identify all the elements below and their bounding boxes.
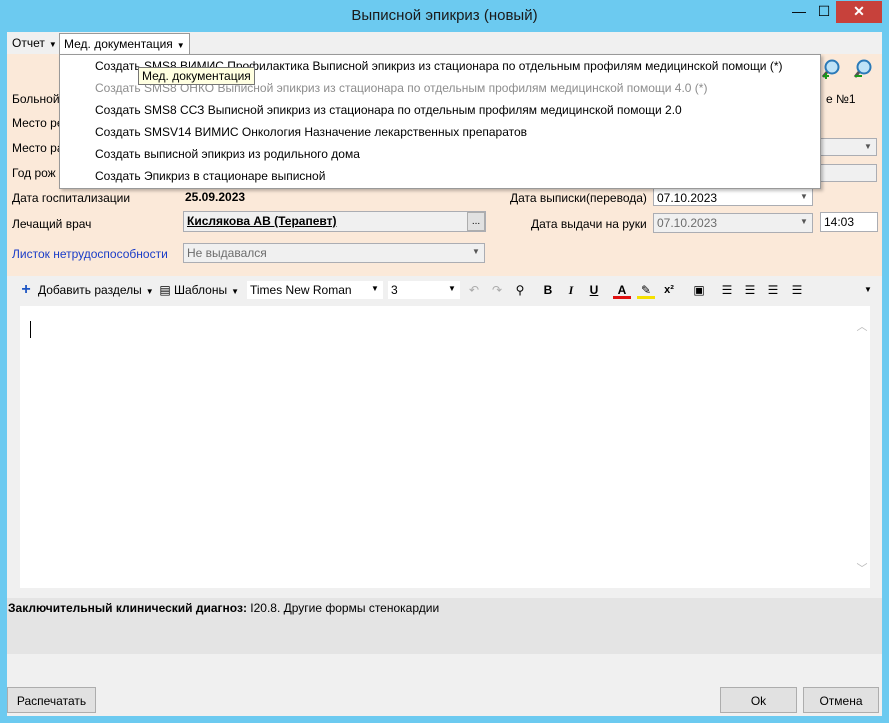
handout-date-field[interactable]: 07.10.2023 ▼ bbox=[653, 213, 813, 233]
handout-date-label: Дата выдачи на руки bbox=[531, 217, 647, 231]
font-family-value: Times New Roman bbox=[250, 283, 352, 297]
diagnosis-line: Заключительный клинический диагноз: I20.… bbox=[8, 601, 439, 615]
place-work-label: Место ра bbox=[12, 141, 64, 155]
highlight-icon[interactable]: ✎ bbox=[637, 281, 655, 299]
doctor-label: Лечащий врач bbox=[12, 217, 92, 231]
superscript-button[interactable]: x² bbox=[660, 281, 678, 299]
discharge-date-value: 07.10.2023 bbox=[657, 191, 718, 205]
window-title: Выписной эпикриз (новый) bbox=[351, 7, 538, 24]
sick-leave-select[interactable]: Не выдавался ▼ bbox=[183, 243, 485, 263]
chevron-down-icon: ▼ bbox=[145, 287, 154, 296]
handout-date-value: 07.10.2023 bbox=[657, 216, 718, 230]
handout-time-value: 14:03 bbox=[824, 215, 855, 229]
discharge-date-label: Дата выписки(перевода) bbox=[510, 191, 647, 205]
zoom-add-icon[interactable] bbox=[820, 58, 842, 80]
editor-scrollbar[interactable] bbox=[853, 306, 870, 588]
font-family-select[interactable]: Times New Roman ▼ bbox=[246, 280, 384, 300]
place-work-select[interactable]: ▼ bbox=[820, 138, 877, 156]
handout-time-field[interactable]: 14:03 bbox=[820, 212, 878, 232]
menu-med-docs-label: Мед. документация bbox=[64, 37, 173, 51]
menu-report[interactable]: Отчет ▼ bbox=[8, 33, 61, 53]
dropdown-item-maternity[interactable]: Создать выписной эпикриз из родильного д… bbox=[95, 145, 360, 163]
undo-icon[interactable]: ↶ bbox=[465, 281, 483, 299]
chevron-down-icon: ▼ bbox=[472, 247, 480, 256]
chevron-down-icon: ▼ bbox=[231, 287, 239, 296]
scroll-down-icon[interactable]: ﹀ bbox=[855, 560, 869, 576]
chevron-down-icon: ▼ bbox=[800, 217, 808, 226]
font-size-select[interactable]: 3 ▼ bbox=[387, 280, 461, 300]
chevron-down-icon: ▼ bbox=[448, 284, 456, 293]
ward-label: е №1 bbox=[826, 92, 856, 106]
underline-button[interactable]: U bbox=[585, 281, 603, 299]
place-residence-label: Место ре bbox=[12, 116, 64, 130]
maximize-button[interactable]: ☐ bbox=[811, 1, 837, 23]
templates-button[interactable]: Шаблоны ▼ bbox=[174, 282, 239, 298]
doctor-select-button[interactable]: ... bbox=[467, 212, 485, 231]
hosp-date-label: Дата госпитализации bbox=[12, 191, 131, 205]
chevron-down-icon: ▼ bbox=[371, 284, 379, 293]
sick-leave-value: Не выдавался bbox=[187, 246, 267, 260]
menu-report-label: Отчет bbox=[12, 36, 45, 50]
align-left-icon[interactable]: ☰ bbox=[718, 281, 736, 299]
patient-label: Больной bbox=[12, 92, 60, 106]
menu-med-docs[interactable]: Мед. документация ▼ bbox=[59, 33, 190, 55]
doctor-field[interactable]: Кислякова АВ (Терапевт) bbox=[183, 211, 486, 232]
doctor-value: Кислякова АВ (Терапевт) bbox=[187, 214, 337, 228]
templates-label: Шаблоны bbox=[174, 283, 228, 297]
align-right-icon[interactable]: ☰ bbox=[764, 281, 782, 299]
print-button[interactable]: Распечатать bbox=[7, 687, 96, 713]
birth-year-field bbox=[820, 164, 877, 182]
binoculars-icon[interactable]: ⚲ bbox=[511, 281, 529, 299]
italic-button[interactable]: I bbox=[562, 281, 580, 299]
chevron-down-icon[interactable]: ▼ bbox=[796, 189, 812, 205]
editor-area[interactable] bbox=[20, 306, 856, 588]
dropdown-item-ssz[interactable]: Создать SMS8 ССЗ Выписной эпикриз из ста… bbox=[95, 101, 682, 119]
birth-year-label: Год рож bbox=[12, 166, 56, 180]
scroll-up-icon[interactable]: ︿ bbox=[855, 318, 869, 334]
sick-leave-link[interactable]: Листок нетрудоспособности bbox=[12, 247, 168, 261]
diagnosis-value: I20.8. Другие формы стенокардии bbox=[246, 601, 440, 615]
redo-icon[interactable]: ↷ bbox=[488, 281, 506, 299]
close-button[interactable]: ✕ bbox=[836, 1, 882, 23]
diagnosis-label: Заключительный клинический диагноз: bbox=[8, 601, 247, 615]
dropdown-item-vimis-onko[interactable]: Создать SMSV14 ВИМИС Онкология Назначени… bbox=[95, 123, 527, 141]
cancel-button[interactable]: Отмена bbox=[803, 687, 879, 713]
template-icon[interactable]: ▤ bbox=[156, 281, 174, 299]
tooltip: Мед. документация bbox=[138, 67, 255, 85]
minimize-button[interactable]: — bbox=[786, 1, 812, 23]
ok-button[interactable]: Ok bbox=[720, 687, 797, 713]
zoom-remove-icon[interactable] bbox=[852, 58, 874, 80]
image-icon[interactable]: ▣ bbox=[690, 281, 708, 299]
font-size-value: 3 bbox=[391, 283, 398, 297]
font-color-button[interactable]: A bbox=[613, 281, 631, 299]
bold-button[interactable]: B bbox=[539, 281, 557, 299]
hosp-date-value: 25.09.2023 bbox=[185, 190, 246, 204]
chevron-down-icon: ▼ bbox=[864, 142, 872, 151]
add-sections-button[interactable]: Добавить разделы ▼ bbox=[38, 282, 154, 298]
chevron-down-icon: ▼ bbox=[176, 41, 185, 50]
align-center-icon[interactable]: ☰ bbox=[741, 281, 759, 299]
add-sections-label: Добавить разделы bbox=[38, 283, 142, 297]
align-justify-icon[interactable]: ☰ bbox=[788, 281, 806, 299]
text-caret bbox=[30, 321, 31, 338]
plus-icon[interactable]: + bbox=[17, 281, 35, 299]
dropdown-item-hospital[interactable]: Создать Эпикриз в стационаре выписной bbox=[95, 167, 325, 185]
toolbar-overflow-icon[interactable]: ▼ bbox=[859, 281, 877, 299]
chevron-down-icon: ▼ bbox=[48, 40, 57, 49]
discharge-date-field[interactable]: 07.10.2023 ▼ bbox=[653, 188, 813, 206]
